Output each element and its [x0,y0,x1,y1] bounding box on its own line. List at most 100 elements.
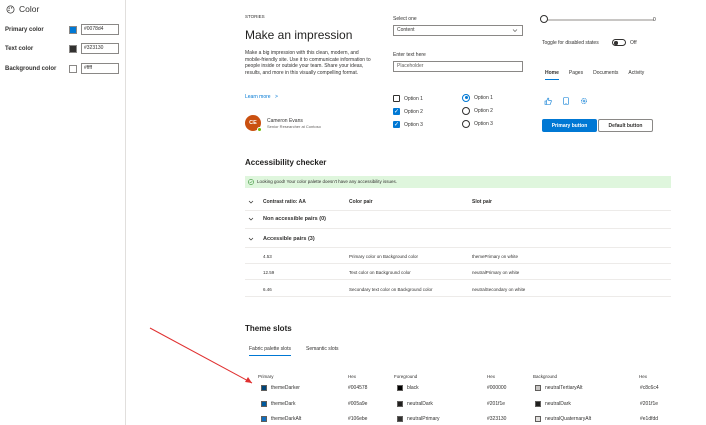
slot-hex: #000000 [487,385,507,391]
hex-column-header: Hex [639,374,648,379]
pair-slots: neutralSecondary on white [472,287,526,292]
palette-foreground-cell: neutralDark [397,401,433,407]
slot-name: neutralTertiaryAlt [545,385,583,391]
primary-column-header: Primary [258,374,274,379]
chevron-right-icon: > [274,94,278,100]
slot-name: themeDarkAlt [271,416,302,422]
slot-name: black [407,385,419,391]
palette-background-cell: neutralQuaternaryAlt [535,416,591,422]
radio-label: Option 3 [474,120,493,127]
background-color-label: Background color [5,65,57,72]
slot-hex: #e1dfdd [640,416,659,422]
slider-track[interactable] [544,19,654,21]
tab-semantic-slots[interactable]: Semantic slots [306,346,339,352]
slot-name: themeDarker [271,385,300,391]
contrast-header: Contrast ratio: AA [263,199,306,205]
slot-hex: #005a9e [348,401,368,407]
background-column-header: Background [533,374,558,379]
slider-thumb[interactable] [540,15,548,23]
phone-icon[interactable] [563,97,569,105]
theme-slots-title: Theme slots [245,324,292,333]
chevron-down-icon[interactable] [248,199,254,205]
color-swatch [535,385,541,391]
accessibility-banner: Looking good! Your color palette doesn't… [245,176,671,188]
tab-documents[interactable]: Documents [593,70,618,80]
color-swatch [397,416,403,422]
color-swatch [261,416,267,422]
tab-home[interactable]: Home [545,70,559,80]
checkbox-box[interactable] [393,95,400,103]
pair-colors: Primary color on Background color [349,254,419,259]
default-button[interactable]: Default button [598,119,653,132]
checkmark-icon[interactable]: ✓ [393,121,400,129]
persona: CE Cameron Evans Senior Researcher at Co… [245,115,321,132]
primary-color-swatch[interactable] [69,25,77,34]
color-swatch [261,401,267,407]
palette-foreground-cell: neutralPrimary [397,416,440,422]
accessibility-title: Accessibility checker [245,158,327,167]
palette-hex-cell: #201f1e [487,401,505,407]
divider [245,210,671,211]
color-swatch [261,385,267,391]
text-input[interactable]: Placeholder [393,61,523,72]
palette-hex-cell: #e1dfdd [640,416,658,422]
foreground-column-header: Foreground [394,374,418,379]
tab-pages[interactable]: Pages [569,70,583,80]
pair-ratio: 4.53 [263,254,272,259]
divider [245,263,671,264]
chevron-down-icon[interactable] [248,216,254,222]
slider-value: 0 [653,17,656,23]
radio-button[interactable] [462,119,470,128]
accessible-pairs-group[interactable]: Accessible pairs (3) [263,236,315,242]
non-accessible-pairs-group[interactable]: Non accessible pairs (0) [263,216,326,222]
checkbox-label: Option 3 [404,121,423,128]
hero-body: Make a big impression with this clean, m… [245,50,371,76]
primary-button[interactable]: Primary button [542,119,597,132]
hex-column-header: Hex [487,374,496,379]
palette-hex-cell: #005a9e [348,401,367,407]
pivot-tabs: Home Pages Documents Activity [545,70,644,80]
radio-label: Option 1 [474,94,493,101]
select-dropdown[interactable]: Content [393,25,523,36]
color-sidebar: Color Primary color #0078d4 Text color #… [0,0,126,425]
tab-activity[interactable]: Activity [628,70,644,80]
checkmark-icon[interactable]: ✓ [393,108,400,116]
slot-hex: #323130 [487,416,507,422]
color-swatch [397,385,403,391]
tab-fabric-palette-slots[interactable]: Fabric palette slots [249,346,291,356]
primary-color-label: Primary color [5,26,44,33]
checkbox-option-3[interactable]: ✓ Option 3 [393,116,423,134]
like-icon[interactable] [544,97,552,105]
palette-foreground-cell: black [397,385,419,391]
stories-eyebrow: STORIES [245,14,265,19]
slot-hex: #c8c6c4 [640,385,659,391]
radio-option-3[interactable]: Option 3 [462,115,493,133]
text-color-label: Text color [5,45,34,52]
palette-hex-cell: #323130 [487,416,506,422]
text-color-hex-input[interactable]: #323130 [81,43,119,54]
toggle-state: Off [630,40,637,46]
palette-hex-cell: #000000 [487,385,506,391]
slot-hex: #201f1e [640,401,659,407]
radio-button[interactable] [462,93,470,102]
color-pair-header: Color pair [349,199,373,205]
slot-name: neutralPrimary [407,416,440,422]
learn-more-link[interactable]: Learn more > [245,94,278,100]
divider [245,228,671,229]
disabled-states-toggle[interactable] [612,39,626,46]
color-swatch [535,416,541,422]
chevron-down-icon[interactable] [248,236,254,242]
text-color-row: Text color #323130 [5,43,119,54]
text-color-swatch[interactable] [69,44,77,53]
settings-icon[interactable] [580,97,588,105]
background-color-swatch[interactable] [69,64,77,73]
radio-button[interactable] [462,106,470,115]
primary-color-hex-input[interactable]: #0078d4 [81,24,119,35]
palette-hex-cell: #106ebe [348,416,367,422]
palette-background-cell: neutralDark [535,401,571,407]
slot-name: neutralQuaternaryAlt [545,416,592,422]
background-color-hex-input[interactable]: #ffff [81,63,119,74]
color-swatch [535,401,541,407]
sidebar-header: Color [6,4,39,14]
palette-background-cell: neutralTertiaryAlt [535,385,583,391]
